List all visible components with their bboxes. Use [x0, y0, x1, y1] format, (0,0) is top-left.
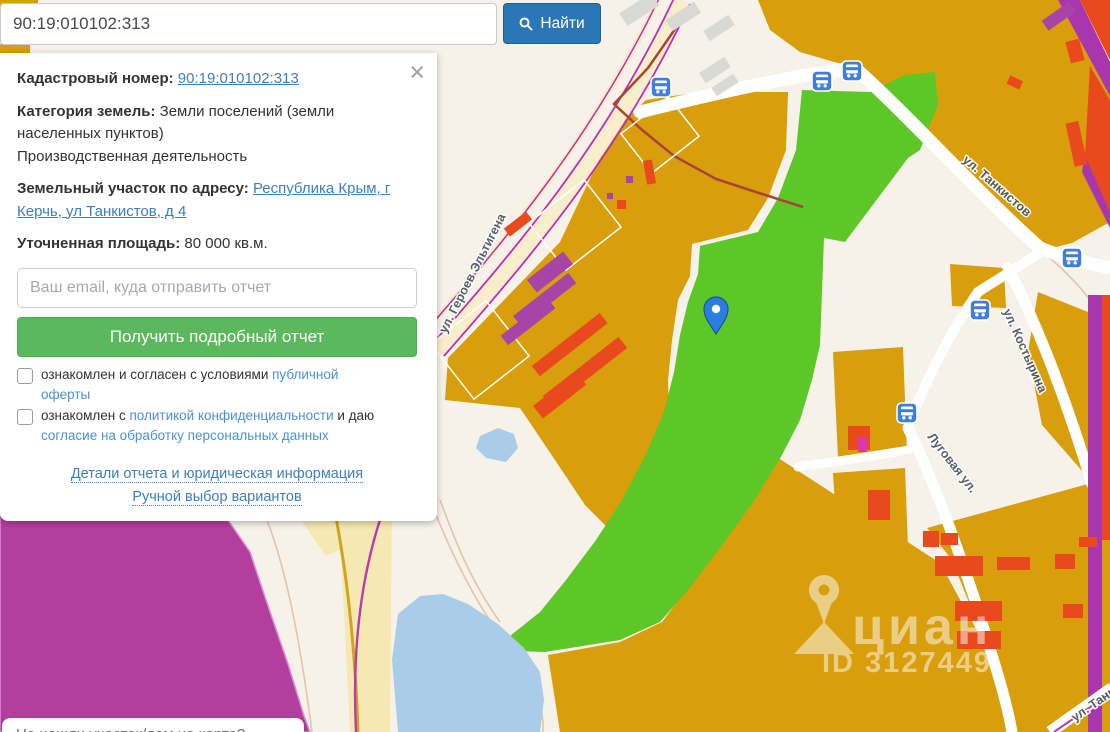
category-row: Категория земель: Земли поселений (земли… [17, 101, 352, 169]
search-icon [519, 17, 533, 31]
address-row: Земельный участок по адресу: Республика … [17, 178, 392, 223]
search-button[interactable]: Найти [503, 3, 601, 44]
panel-footer-links: Детали отчета и юридическая информация Р… [17, 463, 417, 509]
offer-consent-row: ознакомлен и согласен с условиями публич… [17, 365, 417, 406]
privacy-consent-text-part1: ознакомлен с [41, 408, 129, 423]
cadastral-number-row: Кадастровый номер: 90:19:010102:313 [17, 68, 417, 91]
get-report-button[interactable]: Получить подробный отчет [17, 317, 417, 357]
cadastral-number-label: Кадастровый номер: [17, 70, 174, 87]
privacy-consent-row: ознакомлен с политикой конфиденциальност… [17, 406, 417, 447]
bus-stop-icon[interactable] [1062, 248, 1082, 268]
bus-stop-icon[interactable] [897, 403, 917, 423]
bus-stop-icon[interactable] [970, 300, 990, 320]
watermark-id: ID 3127449 [822, 647, 992, 679]
cadastral-map-page: ул. Героев Эльтигена ул. Танкистов ул. К… [0, 0, 1110, 732]
bus-stop-icon[interactable] [842, 61, 862, 81]
privacy-consent-text-part2: и даю [334, 408, 375, 423]
search-button-label: Найти [540, 15, 584, 33]
report-details-link[interactable]: Детали отчета и юридическая информация [71, 466, 363, 483]
manual-select-link[interactable]: Ручной выбор вариантов [132, 489, 301, 506]
offer-consent-text: ознакомлен и согласен с условиями публич… [41, 365, 386, 406]
cadastral-number-link[interactable]: 90:19:010102:313 [178, 70, 299, 87]
area-label: Уточненная площадь: [17, 235, 180, 252]
map-search-hint-text: Не нашли участок/дом на карте? [16, 726, 245, 732]
category-label: Категория земель: [17, 103, 155, 120]
offer-consent-checkbox[interactable] [17, 368, 33, 384]
map-search-hint[interactable]: Не нашли участок/дом на карте? [2, 718, 304, 732]
cadastral-search-input[interactable] [0, 3, 497, 45]
privacy-consent-checkbox[interactable] [17, 409, 33, 425]
consent-checkboxes: ознакомлен и согласен с условиями публич… [17, 365, 417, 447]
parcel-info-panel: × Кадастровый номер: 90:19:010102:313 Ка… [0, 53, 437, 521]
offer-consent-text-part: ознакомлен и согласен с условиями [41, 367, 272, 382]
privacy-policy-link[interactable]: политикой конфиденциальности [129, 408, 333, 423]
bus-stop-icon[interactable] [651, 77, 671, 97]
address-label: Земельный участок по адресу: [17, 180, 249, 197]
email-field[interactable] [17, 268, 417, 308]
area-value: 80 000 кв.м. [184, 235, 267, 252]
privacy-consent-text: ознакомлен с политикой конфиденциальност… [41, 406, 386, 447]
area-row: Уточненная площадь: 80 000 кв.м. [17, 233, 417, 256]
bus-stop-icon[interactable] [812, 71, 832, 91]
close-icon[interactable]: × [409, 59, 425, 86]
personal-data-link[interactable]: согласие на обработку персональных данны… [41, 428, 329, 443]
category-extra: Производственная деятельность [17, 146, 352, 169]
